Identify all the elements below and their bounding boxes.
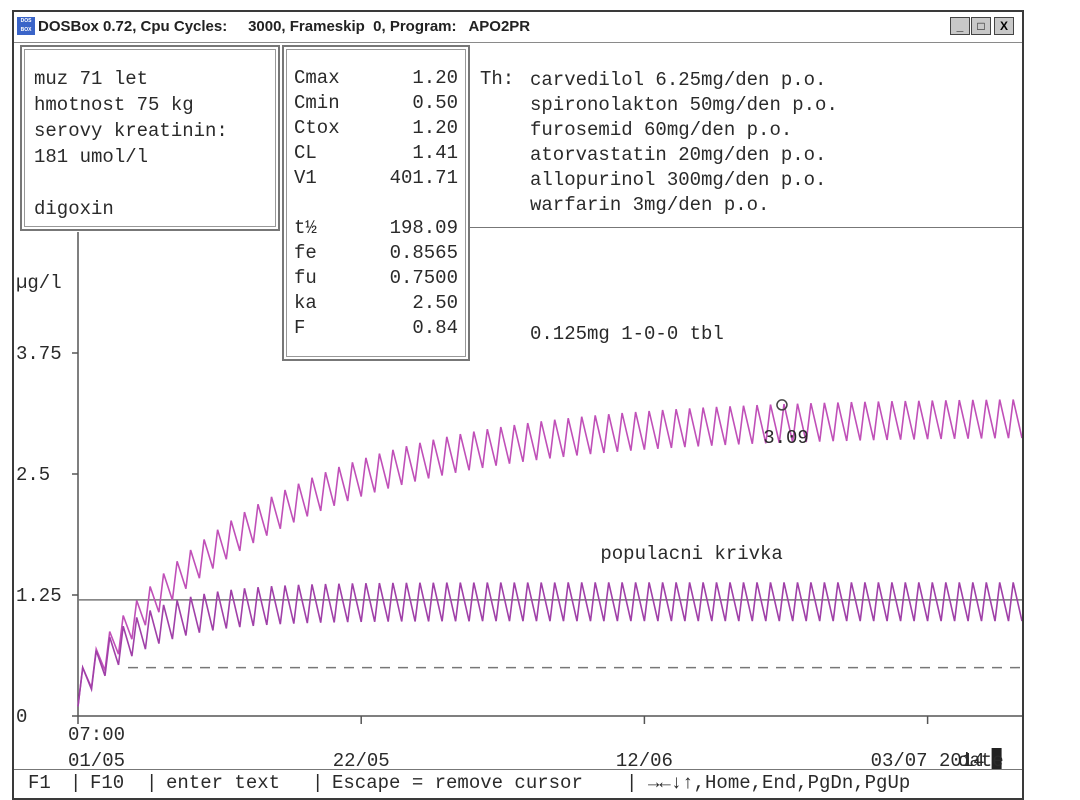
param-value: 198.09: [389, 217, 458, 239]
param-key: t½: [294, 217, 317, 239]
dosbox-window: DOS BOX DOSBox 0.72, Cpu Cycles: 3000, Fr…: [12, 10, 1024, 800]
param-value: 0.50: [412, 92, 458, 114]
param-key: CL: [294, 142, 317, 164]
patient-info-line: digoxin: [34, 198, 114, 220]
param-key: Ctox: [294, 117, 340, 139]
x-tick-time-label: 07:00: [68, 724, 125, 746]
escape-hint[interactable]: Escape = remove cursor: [332, 770, 583, 796]
therapy-label: Th:: [480, 68, 515, 90]
y-tick-label: 1.25: [16, 585, 62, 607]
header-divider: [464, 227, 1022, 228]
status-bar: F1 | F10 | enter text | Escape = remove …: [14, 769, 1022, 798]
y-tick-label: 2.5: [16, 464, 50, 486]
therapy-item: spironolakton 50mg/den p.o.: [530, 94, 838, 116]
parameters-panel: Cmax 1.20 Cmin 0.50 Ctox 1.20 CL 1.41 V1 401.71 t½…: [282, 45, 470, 361]
y-axis-unit-label: µg/l: [16, 272, 62, 294]
patient-concentration-curve: [77, 399, 1022, 707]
param-value: 0.7500: [389, 267, 458, 289]
y-tick-label: 3.75: [16, 343, 62, 365]
param-value: 0.84: [412, 317, 458, 339]
param-key: fu: [294, 267, 317, 289]
therapy-item: allopurinol 300mg/den p.o.: [530, 169, 827, 191]
param-value: 0.8565: [389, 242, 458, 264]
param-key: Cmax: [294, 67, 340, 89]
param-value: 1.41: [412, 142, 458, 164]
enter-text-hint[interactable]: enter text: [166, 770, 280, 796]
therapy-item: warfarin 3mg/den p.o.: [530, 194, 770, 216]
y-tick-label: 0: [16, 706, 27, 728]
cursor-marker: [776, 399, 788, 411]
param-value: 2.50: [412, 292, 458, 314]
param-key: Cmin: [294, 92, 340, 114]
navigation-keys-hint[interactable]: →←↓↑,Home,End,PgDn,PgUp: [648, 770, 910, 796]
f10-key-hint[interactable]: F10: [90, 770, 124, 796]
f1-key-hint[interactable]: F1: [28, 770, 51, 796]
patient-info-line: 181 umol/l: [34, 146, 149, 168]
therapy-item: carvedilol 6.25mg/den p.o.: [530, 69, 827, 91]
dose-label: 0.125mg 1-0-0 tbl: [530, 323, 724, 345]
param-key: F: [294, 317, 306, 339]
steady-state-value-label: 3.09: [763, 427, 809, 449]
param-value: 401.71: [389, 167, 458, 189]
therapy-item: atorvastatin 20mg/den p.o.: [530, 144, 827, 166]
population-curve-label: populacni krivka: [600, 543, 782, 565]
param-key: V1: [294, 167, 317, 189]
param-value: 1.20: [412, 67, 458, 89]
param-value: 1.20: [412, 117, 458, 139]
population-curve: [77, 582, 1022, 707]
patient-info-line: serovy kreatinin:: [34, 120, 228, 142]
param-key: ka: [294, 292, 317, 314]
patient-panel: muz 71 let hmotnost 75 kg serovy kreatinin…: [20, 45, 280, 231]
patient-info-line: muz 71 let: [34, 68, 149, 90]
patient-info-line: hmotnost 75 kg: [34, 94, 194, 116]
therapy-item: furosemid 60mg/den p.o.: [530, 119, 793, 141]
param-key: fe: [294, 242, 317, 264]
